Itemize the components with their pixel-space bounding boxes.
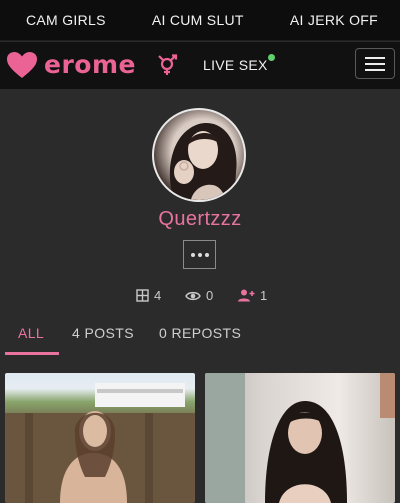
tab-reposts[interactable]: 0 REPOSTS	[159, 325, 241, 341]
tab-posts[interactable]: 4 POSTS	[72, 325, 134, 341]
logo-text: erome	[44, 50, 136, 79]
dot	[190, 252, 195, 257]
hamburger-line	[365, 56, 385, 59]
thumbnail-image	[205, 373, 395, 503]
promo-bar: CAM GIRLS AI CUM SLUT AI JERK OFF	[0, 0, 400, 41]
albums-count: 4	[154, 288, 162, 303]
navbar: erome LIVE SEX	[0, 42, 400, 89]
promo-link-ai-cum-slut[interactable]: AI CUM SLUT	[152, 12, 244, 28]
avatar[interactable]	[152, 108, 246, 202]
heart-icon	[7, 52, 37, 78]
gender-icon[interactable]	[156, 54, 180, 76]
grid-icon	[136, 289, 149, 302]
dot	[204, 252, 209, 257]
promo-link-cam-girls[interactable]: CAM GIRLS	[26, 12, 106, 28]
profile-stats: 4 0 1	[0, 288, 400, 306]
followers-count: 1	[260, 288, 268, 303]
views-count: 0	[206, 288, 214, 303]
more-options-button[interactable]	[183, 240, 216, 269]
profile-username: Quertzzz	[158, 208, 242, 230]
logo[interactable]: erome	[6, 51, 136, 79]
live-status-dot	[268, 54, 275, 61]
tab-all[interactable]: ALL	[18, 325, 44, 341]
followers-stat[interactable]: 1	[237, 288, 267, 303]
views-stat: 0	[185, 288, 213, 303]
thumbnail-image	[5, 383, 195, 503]
add-user-icon	[238, 289, 255, 302]
avatar-photo	[169, 123, 237, 200]
hamburger-line	[365, 62, 385, 65]
dot	[197, 252, 202, 257]
active-tab-indicator	[5, 352, 59, 355]
live-sex-link[interactable]: LIVE SEX	[203, 57, 268, 73]
promo-link-ai-jerk-off[interactable]: AI JERK OFF	[290, 12, 378, 28]
album-thumbnail[interactable]	[5, 373, 195, 503]
profile-tabs: ALL 4 POSTS 0 REPOSTS	[0, 325, 400, 355]
menu-button[interactable]	[355, 48, 395, 79]
eye-icon	[185, 291, 201, 300]
albums-stat: 4	[136, 288, 161, 303]
album-thumbnail[interactable]	[205, 373, 395, 503]
hamburger-line	[365, 68, 385, 71]
